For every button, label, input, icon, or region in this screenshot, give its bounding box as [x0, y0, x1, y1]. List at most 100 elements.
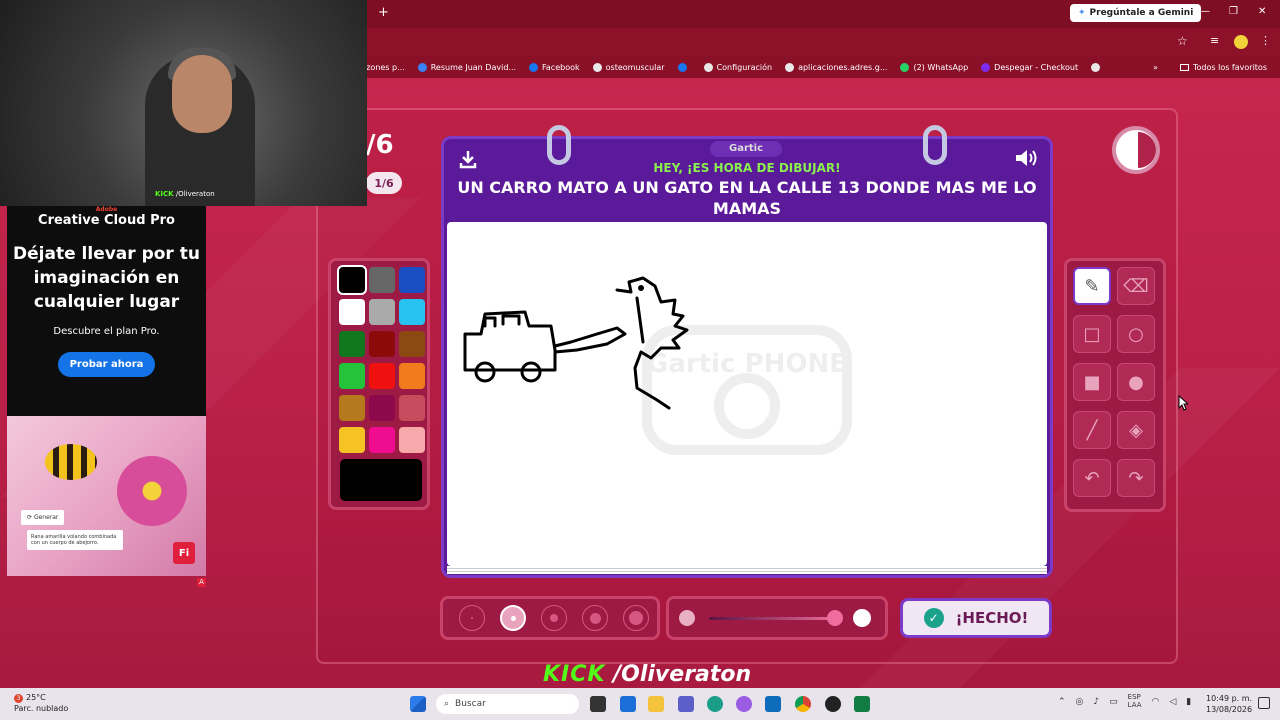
minimize-button[interactable]: — — [1200, 6, 1210, 17]
round-pill: 1/6 — [366, 172, 402, 194]
bucket-tool-button[interactable]: ◈ — [1117, 411, 1155, 449]
notification-icon[interactable] — [1258, 697, 1270, 709]
color-swatch[interactable] — [369, 299, 395, 325]
bookmark-osteomuscular[interactable]: osteomuscular — [592, 62, 665, 72]
line-tool-button[interactable]: ╱ — [1073, 411, 1111, 449]
opacity-min-dot[interactable] — [679, 610, 695, 626]
brush-size-option[interactable] — [623, 605, 649, 631]
menu-icon[interactable]: ⋮ — [1260, 34, 1271, 47]
folder-icon — [1180, 63, 1189, 71]
filled-circle-tool-button[interactable]: ● — [1117, 363, 1155, 401]
wifi-icon[interactable]: ◠ — [1152, 697, 1160, 709]
lang-indicator[interactable]: ESP LAA — [1128, 693, 1142, 709]
color-swatch[interactable] — [339, 363, 365, 389]
taskbar-search[interactable]: ⌕ Buscar — [436, 694, 579, 714]
watermark-text: Gartic PHONE — [647, 349, 847, 379]
ad-cta-button[interactable]: Probar ahora — [57, 352, 156, 377]
bookmark-adres[interactable]: aplicaciones.adres.g... — [785, 62, 887, 72]
opacity-max-dot[interactable] — [853, 609, 871, 627]
file-explorer-icon[interactable] — [648, 696, 664, 712]
keyboard-icon[interactable]: ▭ — [1109, 697, 1118, 709]
profile-avatar[interactable] — [1234, 35, 1248, 49]
restore-button[interactable]: ❐ — [1229, 6, 1238, 17]
bookmark-despegar[interactable]: Despegar - Checkout — [981, 62, 1078, 72]
color-swatch[interactable] — [337, 265, 367, 295]
color-swatch[interactable] — [339, 331, 365, 357]
microphone-icon[interactable]: ♪ — [1093, 697, 1099, 709]
bookmark-google[interactable] — [1091, 62, 1104, 72]
color-swatch[interactable] — [399, 427, 425, 453]
color-swatch[interactable] — [399, 363, 425, 389]
obs-icon[interactable] — [825, 696, 841, 712]
color-swatch[interactable] — [369, 267, 395, 293]
color-swatch[interactable] — [339, 395, 365, 421]
color-swatch[interactable] — [399, 331, 425, 357]
bookmark-configuracion[interactable]: Configuración — [703, 62, 772, 72]
battery-icon[interactable]: ▮ — [1186, 697, 1191, 709]
playlist-icon[interactable]: ≡ — [1210, 34, 1219, 47]
pencil-tool-button[interactable]: ✎ — [1073, 267, 1111, 305]
ad-brand: Adobe — [95, 206, 118, 213]
rectangle-tool-button[interactable]: □ — [1073, 315, 1111, 353]
taskbar-clock[interactable]: 10:49 p. m. 13/08/2026 — [1206, 693, 1252, 715]
more-bookmarks-icon[interactable]: » — [1153, 63, 1158, 72]
star-icon[interactable]: ☆ — [1177, 34, 1188, 48]
chrome-icon[interactable] — [795, 696, 811, 712]
opacity-track[interactable] — [709, 617, 835, 620]
globe-icon — [785, 62, 795, 72]
outlook-icon[interactable] — [765, 696, 781, 712]
circle-tool-button[interactable]: ○ — [1117, 315, 1155, 353]
brush-size-option[interactable] — [582, 605, 608, 631]
bookmark-resume[interactable]: Resume Juan David... — [417, 62, 516, 72]
copilot-icon[interactable] — [736, 696, 752, 712]
bookmark-facebook[interactable]: Facebook — [529, 62, 580, 72]
color-swatch[interactable] — [399, 299, 425, 325]
brush-size-option[interactable] — [500, 605, 526, 631]
color-swatch[interactable] — [399, 267, 425, 293]
filled-rectangle-tool-button[interactable]: ■ — [1073, 363, 1111, 401]
notebook-pages — [447, 566, 1047, 574]
opacity-slider-handle[interactable] — [827, 610, 843, 626]
brush-size-option[interactable] — [541, 605, 567, 631]
edge-icon[interactable] — [707, 696, 723, 712]
new-tab-button[interactable]: + — [378, 5, 389, 20]
adobe-ad[interactable]: Adobe Creative Cloud Pro Déjate llevar p… — [7, 206, 206, 416]
gear-icon — [703, 62, 713, 72]
brush-size-option[interactable] — [459, 605, 485, 631]
generate-icon: ⟳ — [27, 514, 34, 521]
color-swatch[interactable] — [369, 395, 395, 421]
eraser-tool-button[interactable]: ⌫ — [1117, 267, 1155, 305]
canvas-drawing: Gartic PHONE — [463, 276, 852, 455]
color-swatch[interactable] — [339, 427, 365, 453]
gemini-button[interactable]: ✦ Pregúntale a Gemini — [1070, 4, 1202, 22]
teams-icon[interactable] — [678, 696, 694, 712]
color-swatch[interactable] — [369, 363, 395, 389]
done-button[interactable]: ✓ ¡HECHO! — [900, 598, 1052, 638]
stream-overlay-handle: KICK /Oliveraton — [543, 662, 752, 687]
round-counter: /6 — [366, 130, 394, 160]
task-view-icon[interactable] — [590, 696, 606, 712]
speaker-icon[interactable]: ◁ — [1169, 697, 1176, 709]
bookmark-facebook-2[interactable] — [677, 62, 691, 72]
drawing-canvas[interactable]: Gartic PHONE — [447, 222, 1047, 574]
windows-taskbar: 3 25°C Parc. nublado ⌕ Buscar ⌃ ◎ ♪ ▭ ESP L… — [0, 688, 1280, 720]
bookmark-icon — [417, 62, 427, 72]
color-swatch[interactable] — [399, 395, 425, 421]
bookmark-whatsapp[interactable]: (2) WhatsApp — [900, 62, 968, 72]
undo-icon: ↶ — [1084, 467, 1100, 489]
close-button[interactable]: ✕ — [1258, 6, 1266, 17]
color-swatch[interactable] — [339, 299, 365, 325]
excel-icon[interactable] — [854, 696, 870, 712]
windows-start-icon[interactable] — [410, 696, 426, 712]
ad-choices-icon[interactable]: A — [197, 578, 206, 587]
store-icon[interactable] — [620, 696, 636, 712]
undo-tool-button[interactable]: ↶ — [1073, 459, 1111, 497]
redo-tool-button[interactable]: ↷ — [1117, 459, 1155, 497]
color-swatch[interactable] — [369, 331, 395, 357]
ad-image[interactable]: ⟳ Generar Rana amarilla volando combinad… — [7, 416, 206, 576]
tray-expand-icon[interactable]: ⌃ — [1058, 697, 1066, 709]
all-favorites[interactable]: Todos los favoritos — [1180, 63, 1267, 72]
color-swatch[interactable] — [369, 427, 395, 453]
tray-app-icon[interactable]: ◎ — [1076, 697, 1084, 709]
weather-widget[interactable]: 3 25°C Parc. nublado — [14, 692, 68, 714]
